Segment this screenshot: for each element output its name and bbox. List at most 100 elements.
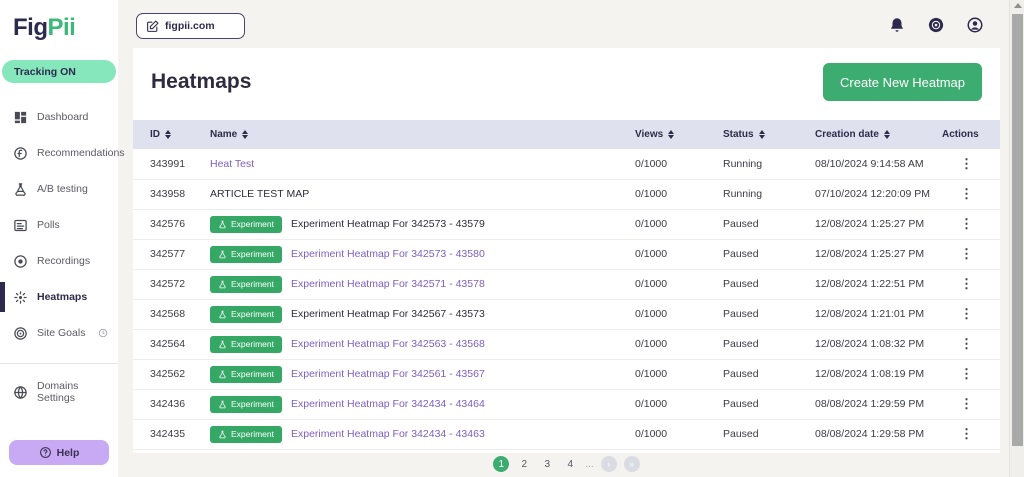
creation-date: 07/10/2024 12:20:09 PM xyxy=(815,179,942,210)
flask-icon xyxy=(218,220,227,229)
column-header-views[interactable]: Views xyxy=(635,120,723,149)
heatmap-name-link[interactable]: Experiment Heatmap For 342563 - 43568 xyxy=(291,338,485,350)
tracking-toggle-button[interactable]: Tracking ON xyxy=(2,60,116,83)
heatmap-name-link[interactable]: Heat Test xyxy=(210,158,254,170)
column-header-status[interactable]: Status xyxy=(723,120,815,149)
heatmap-id: 342435 xyxy=(133,419,210,450)
sidebar-item-recordings[interactable]: Recordings xyxy=(0,243,118,279)
heatmap-name-link[interactable]: Experiment Heatmap For 342571 - 43578 xyxy=(291,278,485,290)
heatmap-id: 343958 xyxy=(133,179,210,210)
sidebar-item-domains-settings[interactable]: Domains Settings xyxy=(0,374,118,410)
heatmap-id: 342572 xyxy=(133,269,210,300)
edit-icon xyxy=(146,20,159,33)
kebab-menu-icon[interactable]: ⋮ xyxy=(942,426,973,442)
actions-cell: ⋮ xyxy=(942,299,1000,330)
sidebar-item-polls[interactable]: Polls xyxy=(0,207,118,243)
views-count: 0/1000 xyxy=(635,209,723,240)
actions-cell: ⋮ xyxy=(942,269,1000,300)
table-row: 342568 Experiment Experiment Heatmap For 3… xyxy=(133,299,1000,330)
table-row: 342577 Experiment Experiment Heatmap For 3… xyxy=(133,239,1000,270)
column-header-creation-date[interactable]: Creation date xyxy=(815,120,942,149)
page-number-3[interactable]: 3 xyxy=(539,456,555,472)
kebab-menu-icon[interactable]: ⋮ xyxy=(942,306,973,322)
sidebar-item-label: Domains Settings xyxy=(37,380,79,404)
last-page-button[interactable]: » xyxy=(623,456,640,472)
sidebar-item-a-b-testing[interactable]: A/B testing xyxy=(0,171,118,207)
actions-cell: ⋮ xyxy=(942,419,1000,450)
globe-icon xyxy=(13,385,28,400)
status-text: Paused xyxy=(723,359,815,390)
heatmap-name-link[interactable]: Experiment Heatmap For 342573 - 43579 xyxy=(291,218,485,230)
bell-icon[interactable] xyxy=(888,16,906,34)
sidebar-item-dashboard[interactable]: Dashboard xyxy=(0,99,118,135)
status-text: Paused xyxy=(723,329,815,360)
experiment-badge: Experiment xyxy=(210,215,282,233)
heatmap-name-link[interactable]: Experiment Heatmap For 342434 - 43463 xyxy=(291,428,485,440)
page-scrollbar[interactable] xyxy=(1009,0,1024,477)
question-circle-icon xyxy=(39,446,52,459)
heatmap-name-cell: Experiment Experiment Heatmap For 342563 … xyxy=(210,329,635,360)
column-header-actions: Actions xyxy=(942,120,1000,149)
sidebar-item-site-goals[interactable]: Site Goals xyxy=(0,315,118,351)
kebab-menu-icon[interactable]: ⋮ xyxy=(942,276,973,292)
actions-cell: ⋮ xyxy=(942,389,1000,420)
kebab-menu-icon[interactable]: ⋮ xyxy=(942,246,973,262)
status-text: Paused xyxy=(723,209,815,240)
badge-label: Experiment xyxy=(231,249,274,259)
kebab-menu-icon[interactable]: ⋮ xyxy=(942,396,973,412)
heatmap-name-cell: Experiment Experiment Heatmap For 342571 … xyxy=(210,269,635,300)
sort-arrows-icon[interactable] xyxy=(165,130,171,139)
gear-icon[interactable] xyxy=(927,16,945,34)
flask-icon xyxy=(218,400,227,409)
kebab-menu-icon[interactable]: ⋮ xyxy=(942,336,973,352)
scrollbar-thumb[interactable] xyxy=(1012,14,1023,446)
account-icon[interactable] xyxy=(966,16,984,34)
page-number-2[interactable]: 2 xyxy=(516,456,532,472)
ab-testing-icon xyxy=(13,182,28,197)
status-text: Paused xyxy=(723,239,815,270)
creation-date: 12/08/2024 1:08:19 PM xyxy=(815,359,942,390)
kebab-menu-icon[interactable]: ⋮ xyxy=(942,216,973,232)
heatmap-name-link[interactable]: Experiment Heatmap For 342567 - 43573 xyxy=(291,308,485,320)
experiment-badge: Experiment xyxy=(210,395,282,413)
help-button[interactable]: Help xyxy=(9,440,109,465)
heatmap-id: 342577 xyxy=(133,239,210,270)
table-row: 342572 Experiment Experiment Heatmap For 3… xyxy=(133,269,1000,300)
kebab-menu-icon[interactable]: ⋮ xyxy=(942,156,973,172)
site-goals-icon xyxy=(13,326,28,341)
page-number-1[interactable]: 1 xyxy=(493,456,510,472)
next-page-button[interactable]: › xyxy=(600,456,617,472)
heatmap-name-link[interactable]: Experiment Heatmap For 342434 - 43464 xyxy=(291,398,485,410)
kebab-menu-icon[interactable]: ⋮ xyxy=(942,366,973,382)
sidebar-item-recommendations[interactable]: Recommendations xyxy=(0,135,125,171)
sidebar-item-label: Dashboard xyxy=(37,111,89,123)
sort-arrows-icon[interactable] xyxy=(758,130,765,139)
tracking-label: Tracking ON xyxy=(14,65,76,78)
heatmap-name-link[interactable]: ARTICLE TEST MAP xyxy=(210,188,309,200)
help-label: Help xyxy=(56,446,80,459)
polls-icon xyxy=(13,218,28,233)
heatmap-name-link[interactable]: Experiment Heatmap For 342573 - 43580 xyxy=(291,248,485,260)
sidebar-item-heatmaps[interactable]: Heatmaps xyxy=(0,279,118,315)
sidebar-item-label: Recordings xyxy=(37,255,91,267)
sort-arrows-icon[interactable] xyxy=(242,130,249,139)
status-text: Paused xyxy=(723,389,815,420)
sort-arrows-icon[interactable] xyxy=(668,130,675,139)
sort-arrows-icon[interactable] xyxy=(883,130,890,139)
table-row: 342576 Experiment Experiment Heatmap For 3… xyxy=(133,209,1000,240)
heatmaps-icon xyxy=(13,290,28,305)
kebab-menu-icon[interactable]: ⋮ xyxy=(942,186,973,202)
flask-icon xyxy=(218,250,227,259)
column-header-id[interactable]: ID xyxy=(133,120,210,149)
experiment-badge: Experiment xyxy=(210,425,282,443)
page-title: Heatmaps xyxy=(151,70,252,93)
heatmap-name-link[interactable]: Experiment Heatmap For 342561 - 43567 xyxy=(291,368,485,380)
views-count: 0/1000 xyxy=(635,299,723,330)
heatmap-name-cell: Experiment Experiment Heatmap For 342573 … xyxy=(210,209,635,240)
domain-selector[interactable]: figpii.com xyxy=(136,13,245,39)
card-header: Heatmaps Create New Heatmap xyxy=(133,48,1000,120)
create-new-heatmap-button[interactable]: Create New Heatmap xyxy=(823,63,982,101)
page-number-4[interactable]: 4 xyxy=(562,456,578,472)
scrollbar-up-arrow[interactable] xyxy=(1014,3,1022,8)
column-header-name[interactable]: Name xyxy=(210,120,635,149)
